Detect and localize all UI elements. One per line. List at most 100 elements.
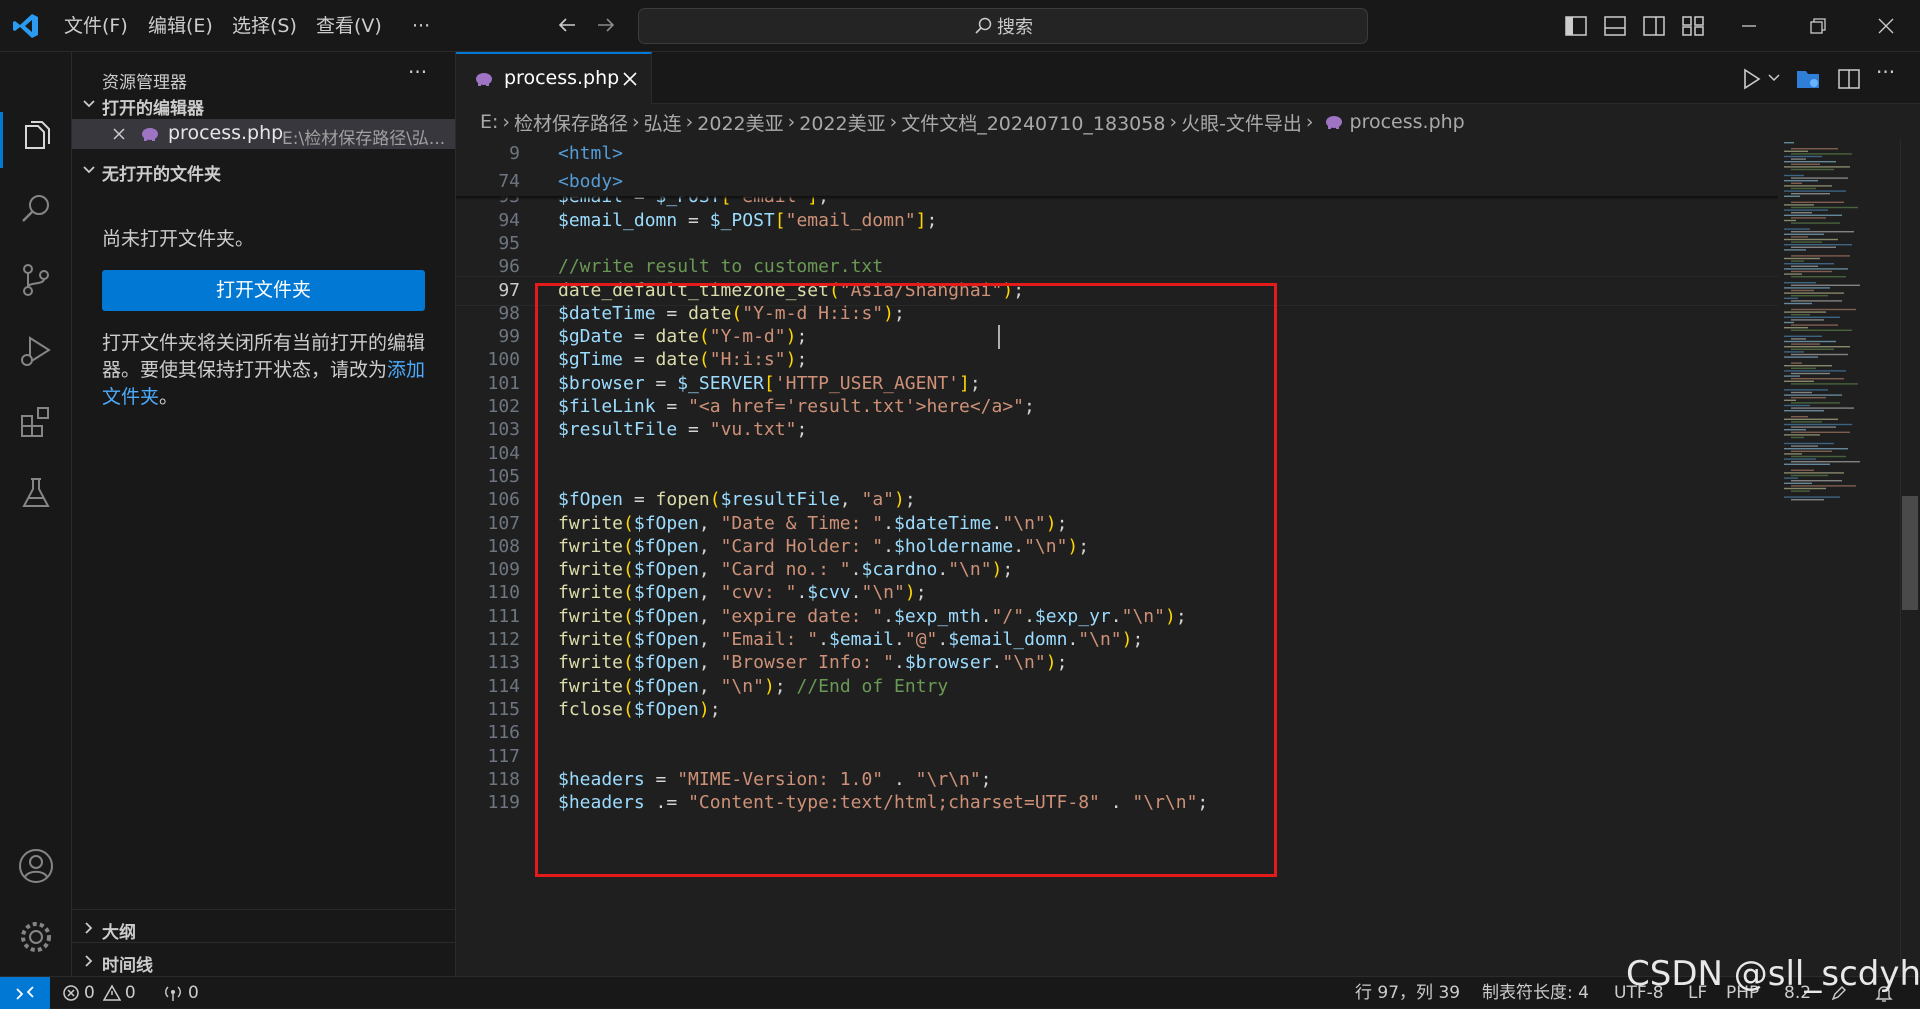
open-editors-label: 打开的编辑器 — [102, 99, 204, 119]
chevron-right-icon: › — [632, 111, 640, 133]
php-elephant-icon — [1324, 114, 1344, 130]
line-number: 74 — [498, 171, 520, 192]
divider — [72, 909, 455, 910]
title-bar: 文件(F) 编辑(E) 选择(S) 查看(V) ··· 搜索 — [0, 0, 1920, 52]
extensions-icon[interactable] — [16, 402, 56, 442]
breadcrumb-item[interactable]: 火眼-文件导出 — [1181, 109, 1302, 136]
testing-icon[interactable] — [16, 473, 56, 513]
outline-label: 大纲 — [102, 923, 136, 943]
vscode-logo-icon — [12, 12, 40, 40]
close-window-icon[interactable] — [1873, 13, 1899, 39]
line-number: 9 — [509, 143, 520, 164]
remote-icon — [16, 986, 34, 1000]
restore-icon[interactable] — [1804, 13, 1830, 39]
menu-view[interactable]: 查看(V) — [310, 0, 388, 52]
minimize-icon[interactable] — [1736, 13, 1762, 39]
run-dropdown-chevron-icon[interactable] — [1766, 70, 1782, 86]
sticky-scroll-line[interactable]: 74 <body> — [456, 168, 1778, 196]
open-folder-button[interactable]: 打开文件夹 — [102, 270, 425, 311]
warning-icon — [102, 984, 121, 1002]
activity-bar — [0, 52, 72, 976]
close-tab-icon[interactable] — [620, 69, 640, 89]
scrollbar-thumb[interactable] — [1902, 496, 1918, 610]
toggle-primary-sidebar-icon[interactable] — [1563, 13, 1589, 39]
divider — [72, 942, 455, 943]
menu-selection[interactable]: 选择(S) — [226, 0, 303, 52]
php-elephant-icon — [474, 71, 494, 87]
ports-indicator[interactable]: 0 — [164, 977, 199, 1009]
watermark: CSDN @sll_scdyh — [1626, 954, 1920, 994]
chevron-down-icon — [80, 161, 98, 179]
source-control-icon[interactable] — [16, 260, 56, 300]
menu-more[interactable]: ··· — [406, 0, 436, 52]
tab-process-php[interactable]: process.php — [456, 52, 652, 105]
search-icon — [973, 16, 993, 36]
breadcrumb-item[interactable]: 文件文档_20240710_183058 — [901, 109, 1165, 136]
error-count: 0 — [84, 983, 95, 1003]
chevron-right-icon — [80, 919, 98, 937]
minimap[interactable] — [1778, 140, 1900, 976]
remote-indicator[interactable] — [0, 977, 50, 1009]
forward-arrow-icon[interactable] — [595, 14, 617, 36]
no-folder-header[interactable]: 无打开的文件夹 — [78, 156, 454, 185]
warning-count: 0 — [124, 983, 136, 1003]
split-editor-icon[interactable] — [1836, 66, 1862, 92]
toggle-secondary-sidebar-icon[interactable] — [1641, 13, 1667, 39]
outline-header[interactable]: 大纲 — [78, 914, 454, 943]
breadcrumb-item[interactable]: 2022美亚 — [697, 109, 783, 136]
timeline-header[interactable]: 时间线 — [78, 947, 454, 976]
highlight-annotation-box — [535, 283, 1277, 877]
sticky-scroll-shadow — [456, 196, 1778, 200]
ports-count: 0 — [188, 983, 199, 1003]
problems-indicator[interactable]: 0 0 — [62, 977, 136, 1009]
breadcrumb: E: › 检材保存路径 › 弘连 › 2022美亚 › 2022美亚 › 文件文档_202… — [456, 104, 1920, 140]
cursor-position[interactable]: 行 97，列 39 — [1355, 977, 1460, 1009]
accounts-icon[interactable] — [16, 846, 56, 886]
explorer-sidebar: 资源管理器 ··· 打开的编辑器 process.php E:\检材保存路径\弘… — [72, 52, 456, 976]
open-folder-description: 打开文件夹将关闭所有当前打开的编辑器。要使其保持打开状态，请改为添加文件夹。 — [102, 330, 432, 411]
run-icon[interactable] — [1738, 66, 1764, 92]
editor-more-button[interactable]: ··· — [1876, 60, 1895, 84]
editor-tab-bar: process.php ··· — [456, 52, 1920, 105]
sticky-scroll-line[interactable]: 9 <html> — [456, 140, 1778, 168]
sidebar-more-button[interactable]: ··· — [408, 60, 427, 84]
chevron-right-icon: › — [502, 111, 511, 133]
open-editors-header[interactable]: 打开的编辑器 — [78, 90, 454, 119]
explorer-icon[interactable] — [16, 118, 56, 158]
tab-size[interactable]: 制表符长度: 4 — [1482, 977, 1589, 1009]
command-center-search[interactable]: 搜索 — [638, 8, 1368, 44]
open-editor-path: E:\检材保存路径\弘... — [282, 129, 446, 149]
chevron-right-icon: › — [787, 111, 796, 133]
breadcrumb-item[interactable]: 2022美亚 — [799, 109, 885, 136]
breadcrumb-item[interactable]: 检材保存路径 — [514, 109, 628, 136]
search-view-icon[interactable] — [16, 189, 56, 229]
no-folder-message: 尚未打开文件夹。 — [102, 228, 255, 250]
open-preview-icon[interactable] — [1794, 65, 1822, 93]
close-editor-icon[interactable] — [110, 125, 128, 143]
settings-gear-icon[interactable] — [16, 917, 56, 957]
line-number: 119 — [487, 792, 520, 814]
chevron-down-icon — [80, 95, 98, 113]
back-arrow-icon[interactable] — [556, 14, 578, 36]
no-folder-label: 无打开的文件夹 — [102, 165, 221, 185]
menu-file[interactable]: 文件(F) — [58, 0, 134, 52]
chevron-right-icon — [80, 952, 98, 970]
customize-layout-icon[interactable] — [1680, 13, 1706, 39]
timeline-label: 时间线 — [102, 956, 153, 976]
error-icon — [62, 984, 80, 1002]
breadcrumb-item[interactable]: E: — [480, 111, 498, 133]
tab-label: process.php — [504, 67, 620, 89]
search-label: 搜索 — [997, 17, 1033, 38]
active-indicator — [0, 112, 3, 168]
chevron-right-icon: › — [889, 111, 898, 133]
toggle-panel-icon[interactable] — [1602, 13, 1628, 39]
open-editor-filename: process.php — [168, 122, 284, 144]
open-editor-item[interactable]: process.php E:\检材保存路径\弘... — [72, 119, 455, 149]
menu-edit[interactable]: 编辑(E) — [142, 0, 219, 52]
breadcrumb-item[interactable]: 弘连 — [644, 109, 682, 136]
breadcrumb-file[interactable]: process.php — [1350, 111, 1465, 133]
run-debug-icon[interactable] — [16, 331, 56, 371]
sticky-code: <html> — [558, 143, 624, 164]
broadcast-icon — [164, 984, 182, 1002]
chevron-right-icon: › — [1305, 111, 1314, 133]
